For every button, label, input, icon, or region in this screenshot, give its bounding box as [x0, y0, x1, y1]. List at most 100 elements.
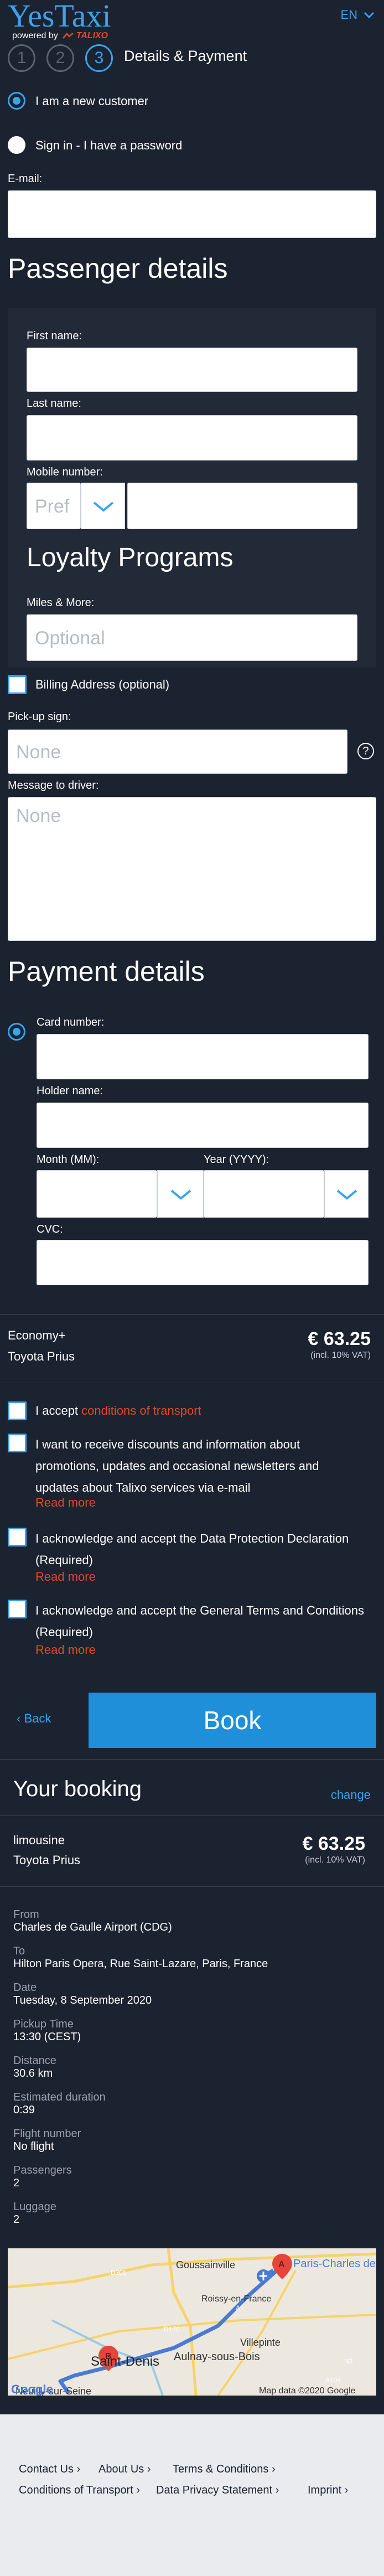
- loyalty-title: Loyalty Programs: [27, 543, 233, 572]
- holder-name-label: Holder name:: [37, 1085, 103, 1097]
- terms-read-more[interactable]: Read more: [35, 1643, 96, 1657]
- airport-icon: [257, 2269, 270, 2283]
- detail-key: To: [13, 1945, 25, 1957]
- newsletter-label[interactable]: I want to receive discounts and informat…: [35, 1434, 365, 1498]
- booking-duration: Estimated duration 0:39: [13, 2091, 106, 2117]
- detail-key: Distance: [13, 2055, 56, 2067]
- summary-vat: (incl. 10% VAT): [310, 1351, 371, 1360]
- map-label-aulnay: Aulnay-sous-Bois: [174, 2351, 260, 2363]
- month-label: Month (MM):: [37, 1153, 100, 1166]
- footer-link-privacy[interactable]: Data Privacy Statement ›: [156, 2484, 279, 2497]
- first-name-label: First name:: [27, 330, 82, 342]
- summary-car: Toyota Prius: [8, 1349, 75, 1363]
- logo[interactable]: YesTaxi: [8, 0, 111, 32]
- road-label-n3: N3: [344, 2357, 353, 2365]
- conditions-link[interactable]: conditions of transport: [81, 1404, 201, 1418]
- map-label-saint-denis: Saint-Denis: [91, 2354, 159, 2369]
- powered-by-text: powered by: [12, 31, 58, 40]
- mobile-label: Mobile number:: [27, 466, 103, 478]
- footer-link-contact[interactable]: Contact Us ›: [19, 2463, 80, 2476]
- map-attribution: Map data ©2020 Google: [259, 2386, 356, 2396]
- booking-date: Date Tuesday, 8 September 2020: [13, 1982, 152, 2007]
- change-link[interactable]: change: [331, 1788, 371, 1802]
- detail-key: Date: [13, 1982, 37, 1994]
- footer: Contact Us › About Us › Terms & Conditio…: [0, 2414, 384, 2576]
- map-canvas[interactable]: A B Goussainville Roissy-en-France Paris…: [8, 2248, 376, 2396]
- data-protection-label[interactable]: I acknowledge and accept the Data Protec…: [35, 1528, 367, 1571]
- footer-link-about[interactable]: About Us ›: [98, 2463, 151, 2476]
- talixo-logo-icon: [63, 32, 74, 39]
- terms-checkbox[interactable]: [8, 1600, 27, 1618]
- booking-luggage: Luggage 2: [13, 2201, 56, 2226]
- message-textarea[interactable]: None: [8, 797, 376, 941]
- route-map[interactable]: A B Goussainville Roissy-en-France Paris…: [8, 2248, 376, 2396]
- first-name-input[interactable]: [27, 348, 357, 392]
- sign-in-label[interactable]: Sign in - I have a password: [35, 138, 182, 153]
- map-label-roissy: Roissy-en-France: [201, 2294, 271, 2304]
- chevron-down-icon[interactable]: [363, 9, 375, 21]
- divider: [0, 1815, 384, 1816]
- month-dropdown[interactable]: [157, 1170, 204, 1218]
- step-2[interactable]: 2: [46, 44, 74, 72]
- language-selector[interactable]: EN: [340, 8, 357, 22]
- year-dropdown[interactable]: [324, 1170, 369, 1218]
- book-button[interactable]: Book: [89, 1693, 376, 1748]
- footer-link-terms[interactable]: Terms & Conditions ›: [173, 2463, 276, 2476]
- booking-pickup-time: Pickup Time 13:30 (CEST): [13, 2018, 81, 2044]
- header: YesTaxi powered by TALIXO EN: [0, 0, 384, 44]
- detail-key: From: [13, 1908, 39, 1921]
- last-name-input[interactable]: [27, 415, 357, 461]
- year-select[interactable]: [204, 1170, 324, 1218]
- pickup-input[interactable]: None: [8, 730, 347, 774]
- new-customer-radio[interactable]: [8, 92, 25, 110]
- month-select[interactable]: [37, 1170, 157, 1218]
- divider: [0, 1886, 384, 1887]
- newsletter-read-more[interactable]: Read more: [35, 1496, 96, 1510]
- booking-price: € 63.25: [302, 1833, 365, 1854]
- map-label-cdg: Paris-Charles de Gaulle: [293, 2258, 376, 2270]
- map-label-goussainville: Goussainville: [176, 2259, 235, 2270]
- miles-input[interactable]: Optional: [27, 614, 357, 661]
- card-radio[interactable]: [8, 1023, 25, 1041]
- billing-label[interactable]: Billing Address (optional): [35, 677, 169, 692]
- mobile-input[interactable]: [127, 483, 357, 529]
- newsletter-checkbox[interactable]: [8, 1434, 27, 1452]
- chevron-down-icon: [336, 1189, 357, 1200]
- footer-link-imprint[interactable]: Imprint ›: [308, 2484, 348, 2497]
- email-input[interactable]: [8, 190, 376, 238]
- pickup-label: Pick-up sign:: [8, 711, 71, 723]
- terms-label[interactable]: I acknowledge and accept the General Ter…: [35, 1600, 367, 1643]
- prefix-dropdown[interactable]: [81, 483, 125, 529]
- map-label-villepinte: Villepinte: [240, 2337, 281, 2348]
- detail-value: Charles de Gaulle Airport (CDG): [13, 1921, 172, 1933]
- footer-link-label: Terms & Conditions: [173, 2463, 269, 2475]
- card-number-label: Card number:: [37, 1016, 105, 1028]
- new-customer-label[interactable]: I am a new customer: [35, 94, 148, 108]
- prefix-select[interactable]: Pref: [27, 483, 81, 529]
- sign-in-radio[interactable]: [8, 136, 25, 154]
- cvc-input[interactable]: [37, 1240, 369, 1285]
- summary-class: Economy+: [8, 1328, 66, 1342]
- powered-by-brand: TALIXO: [76, 31, 108, 40]
- road-label-a104: A104: [325, 2376, 341, 2384]
- card-number-input[interactable]: [37, 1034, 369, 1079]
- billing-checkbox[interactable]: [8, 675, 27, 694]
- back-link[interactable]: ‹ Back: [17, 1711, 51, 1726]
- booking-flight: Flight number No flight: [13, 2128, 81, 2153]
- data-protection-checkbox[interactable]: [8, 1528, 27, 1546]
- footer-link-label: Imprint: [308, 2484, 342, 2496]
- data-protection-read-more[interactable]: Read more: [35, 1570, 96, 1584]
- footer-link-label: About Us: [98, 2463, 144, 2475]
- help-icon[interactable]: ?: [357, 743, 374, 759]
- step-1[interactable]: 1: [8, 44, 35, 72]
- google-logo: Google: [11, 2382, 53, 2396]
- detail-key: Passengers: [13, 2164, 72, 2176]
- last-name-label: Last name:: [27, 397, 81, 410]
- cvc-label: CVC:: [37, 1223, 63, 1235]
- holder-name-input[interactable]: [37, 1103, 369, 1148]
- page: YesTaxi powered by TALIXO EN 1 2 3 Detai…: [0, 0, 384, 2576]
- footer-link-transport[interactable]: Conditions of Transport ›: [19, 2484, 140, 2497]
- message-label: Message to driver:: [8, 779, 99, 792]
- conditions-checkbox[interactable]: [8, 1401, 27, 1420]
- chevron-left-icon: ‹: [17, 1711, 24, 1725]
